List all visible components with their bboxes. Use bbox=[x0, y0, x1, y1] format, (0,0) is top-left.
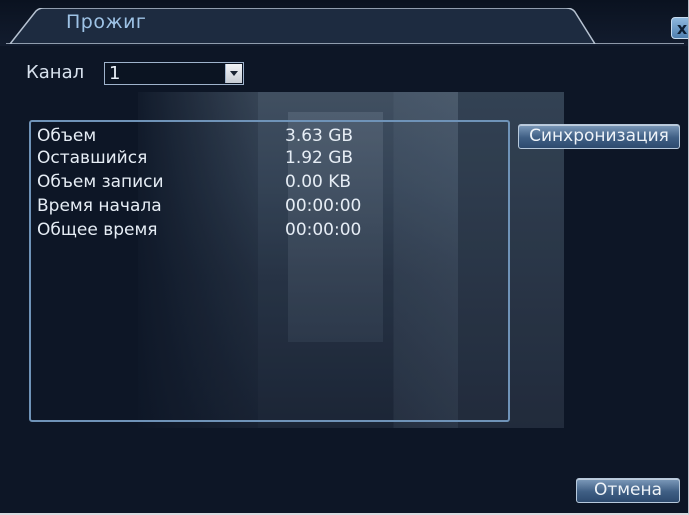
info-label: Общее время bbox=[37, 220, 158, 240]
channel-select[interactable]: 1 bbox=[104, 62, 244, 85]
close-icon: x bbox=[676, 19, 688, 38]
burn-dialog: Прожиг x Канал 1 Объем 3.63 GB Оставшийс… bbox=[0, 0, 689, 515]
info-value: 00:00:00 bbox=[285, 220, 362, 240]
info-label: Объем bbox=[37, 126, 97, 146]
info-value: 00:00:00 bbox=[285, 196, 362, 216]
window-title: Прожиг bbox=[66, 11, 147, 33]
info-label: Объем записи bbox=[37, 172, 164, 192]
title-bar: Прожиг x bbox=[0, 0, 688, 46]
sync-button[interactable]: Синхронизация bbox=[518, 124, 680, 149]
close-button[interactable]: x bbox=[671, 17, 688, 39]
info-label: Оставшийся bbox=[37, 148, 148, 168]
info-label: Время начала bbox=[37, 196, 162, 216]
info-value: 1.92 GB bbox=[285, 148, 354, 168]
chevron-down-icon[interactable] bbox=[225, 64, 242, 83]
info-value: 3.63 GB bbox=[285, 126, 354, 146]
channel-label: Канал bbox=[26, 62, 85, 83]
cancel-button[interactable]: Отмена bbox=[576, 478, 680, 503]
channel-select-value: 1 bbox=[109, 63, 121, 84]
storage-info-panel: Объем 3.63 GB Оставшийся 1.92 GB Объем з… bbox=[29, 120, 510, 422]
info-value: 0.00 KB bbox=[285, 172, 352, 192]
